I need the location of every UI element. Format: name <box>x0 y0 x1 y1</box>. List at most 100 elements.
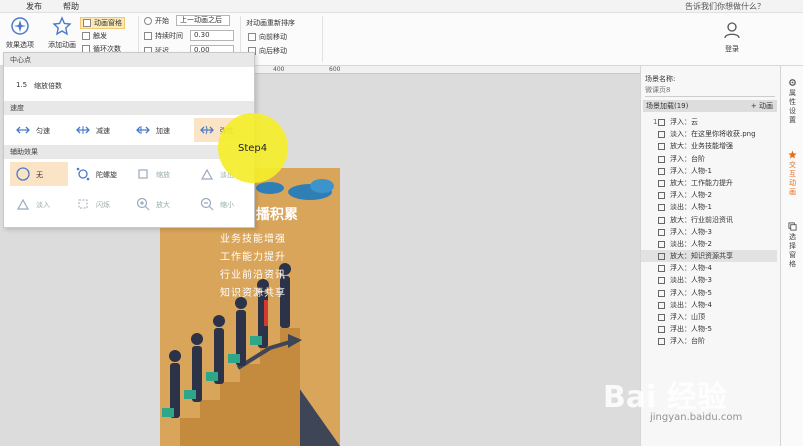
animation-list-item[interactable]: 浮入：台阶 <box>641 153 777 165</box>
speed-uniform-option[interactable]: 匀速 <box>10 118 68 142</box>
accelerate-icon <box>136 126 150 134</box>
scene-name-input[interactable]: 微课页8 <box>645 85 775 97</box>
start-select[interactable]: 上一动画之后 <box>176 15 230 26</box>
animation-list-item[interactable]: 浮入：人物-4 <box>641 262 777 274</box>
animation-type-icon <box>658 253 665 261</box>
tab-selection-pane-label: 选择窗格 <box>789 233 796 268</box>
move-earlier-button[interactable]: 向前移动 <box>248 32 287 42</box>
animation-label: 浮入：人物-3 <box>670 227 712 236</box>
clock-icon <box>144 17 152 25</box>
animation-type-icon <box>658 228 665 236</box>
scene-load-header: 场景加载(19) + 动画 <box>643 100 777 112</box>
menu-publish[interactable]: 发布 <box>26 1 42 12</box>
animation-list-item[interactable]: 淡入：在这里你将收获.png <box>641 128 777 140</box>
animation-type-icon <box>658 204 665 212</box>
zoom-in-icon <box>136 197 150 211</box>
menu-help[interactable]: 帮助 <box>63 1 79 12</box>
animation-list-item[interactable]: 放大：业务技能增强 <box>641 140 777 152</box>
tell-me-input[interactable]: 告诉我们你想做什么？ <box>685 1 765 12</box>
aux-zoom-out-option[interactable]: 缩小 <box>194 192 252 216</box>
animation-list-item[interactable]: 放大：行业前沿资讯 <box>641 214 777 226</box>
animation-list-item[interactable]: 浮入：人物-1 <box>641 165 777 177</box>
aux-spin-option[interactable]: 陀螺旋 <box>70 162 128 186</box>
tab-interactive-animation[interactable]: 交互动画 <box>781 150 803 197</box>
animation-label: 浮入：山顶 <box>670 313 705 321</box>
effect-options-label: 效果选项 <box>6 41 34 49</box>
menu-bar: 发布 帮助 告诉我们你想做什么？ <box>0 0 803 13</box>
slide-title[interactable]: 播积累 <box>256 204 298 224</box>
step-label: Step4 <box>238 143 268 154</box>
animation-list-item[interactable]: 浮入：山顶 <box>641 311 777 323</box>
effect-options-icon <box>11 17 29 35</box>
animation-label: 淡出：人物-1 <box>670 203 712 212</box>
animation-type-icon <box>658 289 665 297</box>
ribbon-divider <box>322 16 323 62</box>
animation-label: 放大：行业前沿资讯 <box>670 215 733 224</box>
user-icon <box>724 22 740 39</box>
animation-list-item[interactable]: 淡出：人物-2 <box>641 238 777 250</box>
animation-label: 浮入：人物-5 <box>670 288 712 297</box>
move-earlier-icon <box>248 33 256 41</box>
duration-input[interactable]: 0.30 <box>190 30 234 41</box>
aux-fadein-option[interactable]: 淡入 <box>10 192 68 216</box>
layers-icon <box>788 222 797 231</box>
slide-text-line[interactable]: 行业前沿资讯 <box>220 266 286 281</box>
tab-properties[interactable]: 属性设置 <box>781 78 803 125</box>
speed-accelerate-option[interactable]: 加速 <box>130 118 188 142</box>
animation-type-icon <box>658 119 665 126</box>
scale-label: 缩放倍数 <box>34 82 62 90</box>
animation-type-icon <box>658 131 665 139</box>
animation-list-item[interactable]: 浮入：人物-5 <box>641 287 777 299</box>
aux-effect-heading: 辅助效果 <box>4 145 254 159</box>
scene-load-title: 场景加载(19) <box>646 102 689 110</box>
slide-text-line[interactable]: 工作能力提升 <box>220 248 286 263</box>
animation-list-item[interactable]: 浮入：台阶 <box>641 335 777 347</box>
animation-label: 放大：工作能力提升 <box>670 178 733 187</box>
animation-type-icon <box>658 192 665 200</box>
trigger-icon <box>82 32 90 40</box>
aux-scale-option[interactable]: 缩放 <box>130 162 188 186</box>
tab-properties-label: 属性设置 <box>789 89 796 124</box>
speed-decelerate-option[interactable]: 减速 <box>70 118 128 142</box>
fade-in-icon <box>16 198 30 210</box>
speed-heading: 速度 <box>4 101 254 115</box>
center-point-heading: 中心点 <box>4 53 254 67</box>
none-circle-icon <box>16 167 30 181</box>
animation-type-icon <box>658 326 665 334</box>
effect-options-button[interactable]: 效果选项 <box>2 13 38 50</box>
aux-row-2: 淡入 闪烁 放大 缩小 <box>4 189 254 219</box>
animation-list-item[interactable]: 放大：工作能力提升 <box>641 177 777 189</box>
tab-selection-pane[interactable]: 选择窗格 <box>781 222 803 269</box>
spin-icon <box>76 167 90 181</box>
animation-label: 放大：业务技能增强 <box>670 142 733 151</box>
aux-zoom-in-option[interactable]: 放大 <box>130 192 188 216</box>
animation-list-item[interactable]: 1 浮入：云 <box>641 116 777 128</box>
slide-text-line[interactable]: 知识资源共享 <box>220 284 286 299</box>
animation-list-item[interactable]: 淡出：人物-3 <box>641 274 777 286</box>
animation-list-item[interactable]: 浮入：人物-3 <box>641 226 777 238</box>
duration-label: 持续时间 <box>144 31 183 41</box>
add-animation-button[interactable]: 添加动画 <box>44 13 80 50</box>
login-button[interactable]: 登录 <box>714 17 750 54</box>
animation-index: 1 <box>653 118 658 126</box>
animation-list-item[interactable]: 放大：知识资源共享 <box>641 250 777 263</box>
aux-blink-option[interactable]: 闪烁 <box>70 192 128 216</box>
animation-label: 浮入：人物-4 <box>670 264 712 273</box>
aux-none-option[interactable]: 无 <box>10 162 68 186</box>
trigger-label: 触发 <box>93 32 107 40</box>
start-label: 开始 <box>144 16 169 26</box>
scale-row[interactable]: 1.5 缩放倍数 <box>4 67 254 101</box>
animation-pane-label: 动画窗格 <box>94 19 122 27</box>
blink-icon <box>78 199 88 209</box>
trigger-button[interactable]: 触发 <box>82 31 107 41</box>
ruler-tick: 600 <box>329 66 341 73</box>
slide-text-line[interactable]: 业务技能增强 <box>220 230 286 245</box>
animation-label: 淡出：人物-2 <box>670 239 712 248</box>
add-animation-link[interactable]: + 动画 <box>751 100 773 112</box>
animation-list-item[interactable]: 浮出：人物-5 <box>641 323 777 335</box>
animation-list-item[interactable]: 淡出：人物-1 <box>641 201 777 213</box>
animation-list-item[interactable]: 淡出：人物-4 <box>641 299 777 311</box>
animation-label: 淡出：人物-3 <box>670 276 712 285</box>
animation-pane-button[interactable]: 动画窗格 <box>80 17 125 29</box>
animation-list-item[interactable]: 浮入：人物-2 <box>641 189 777 201</box>
